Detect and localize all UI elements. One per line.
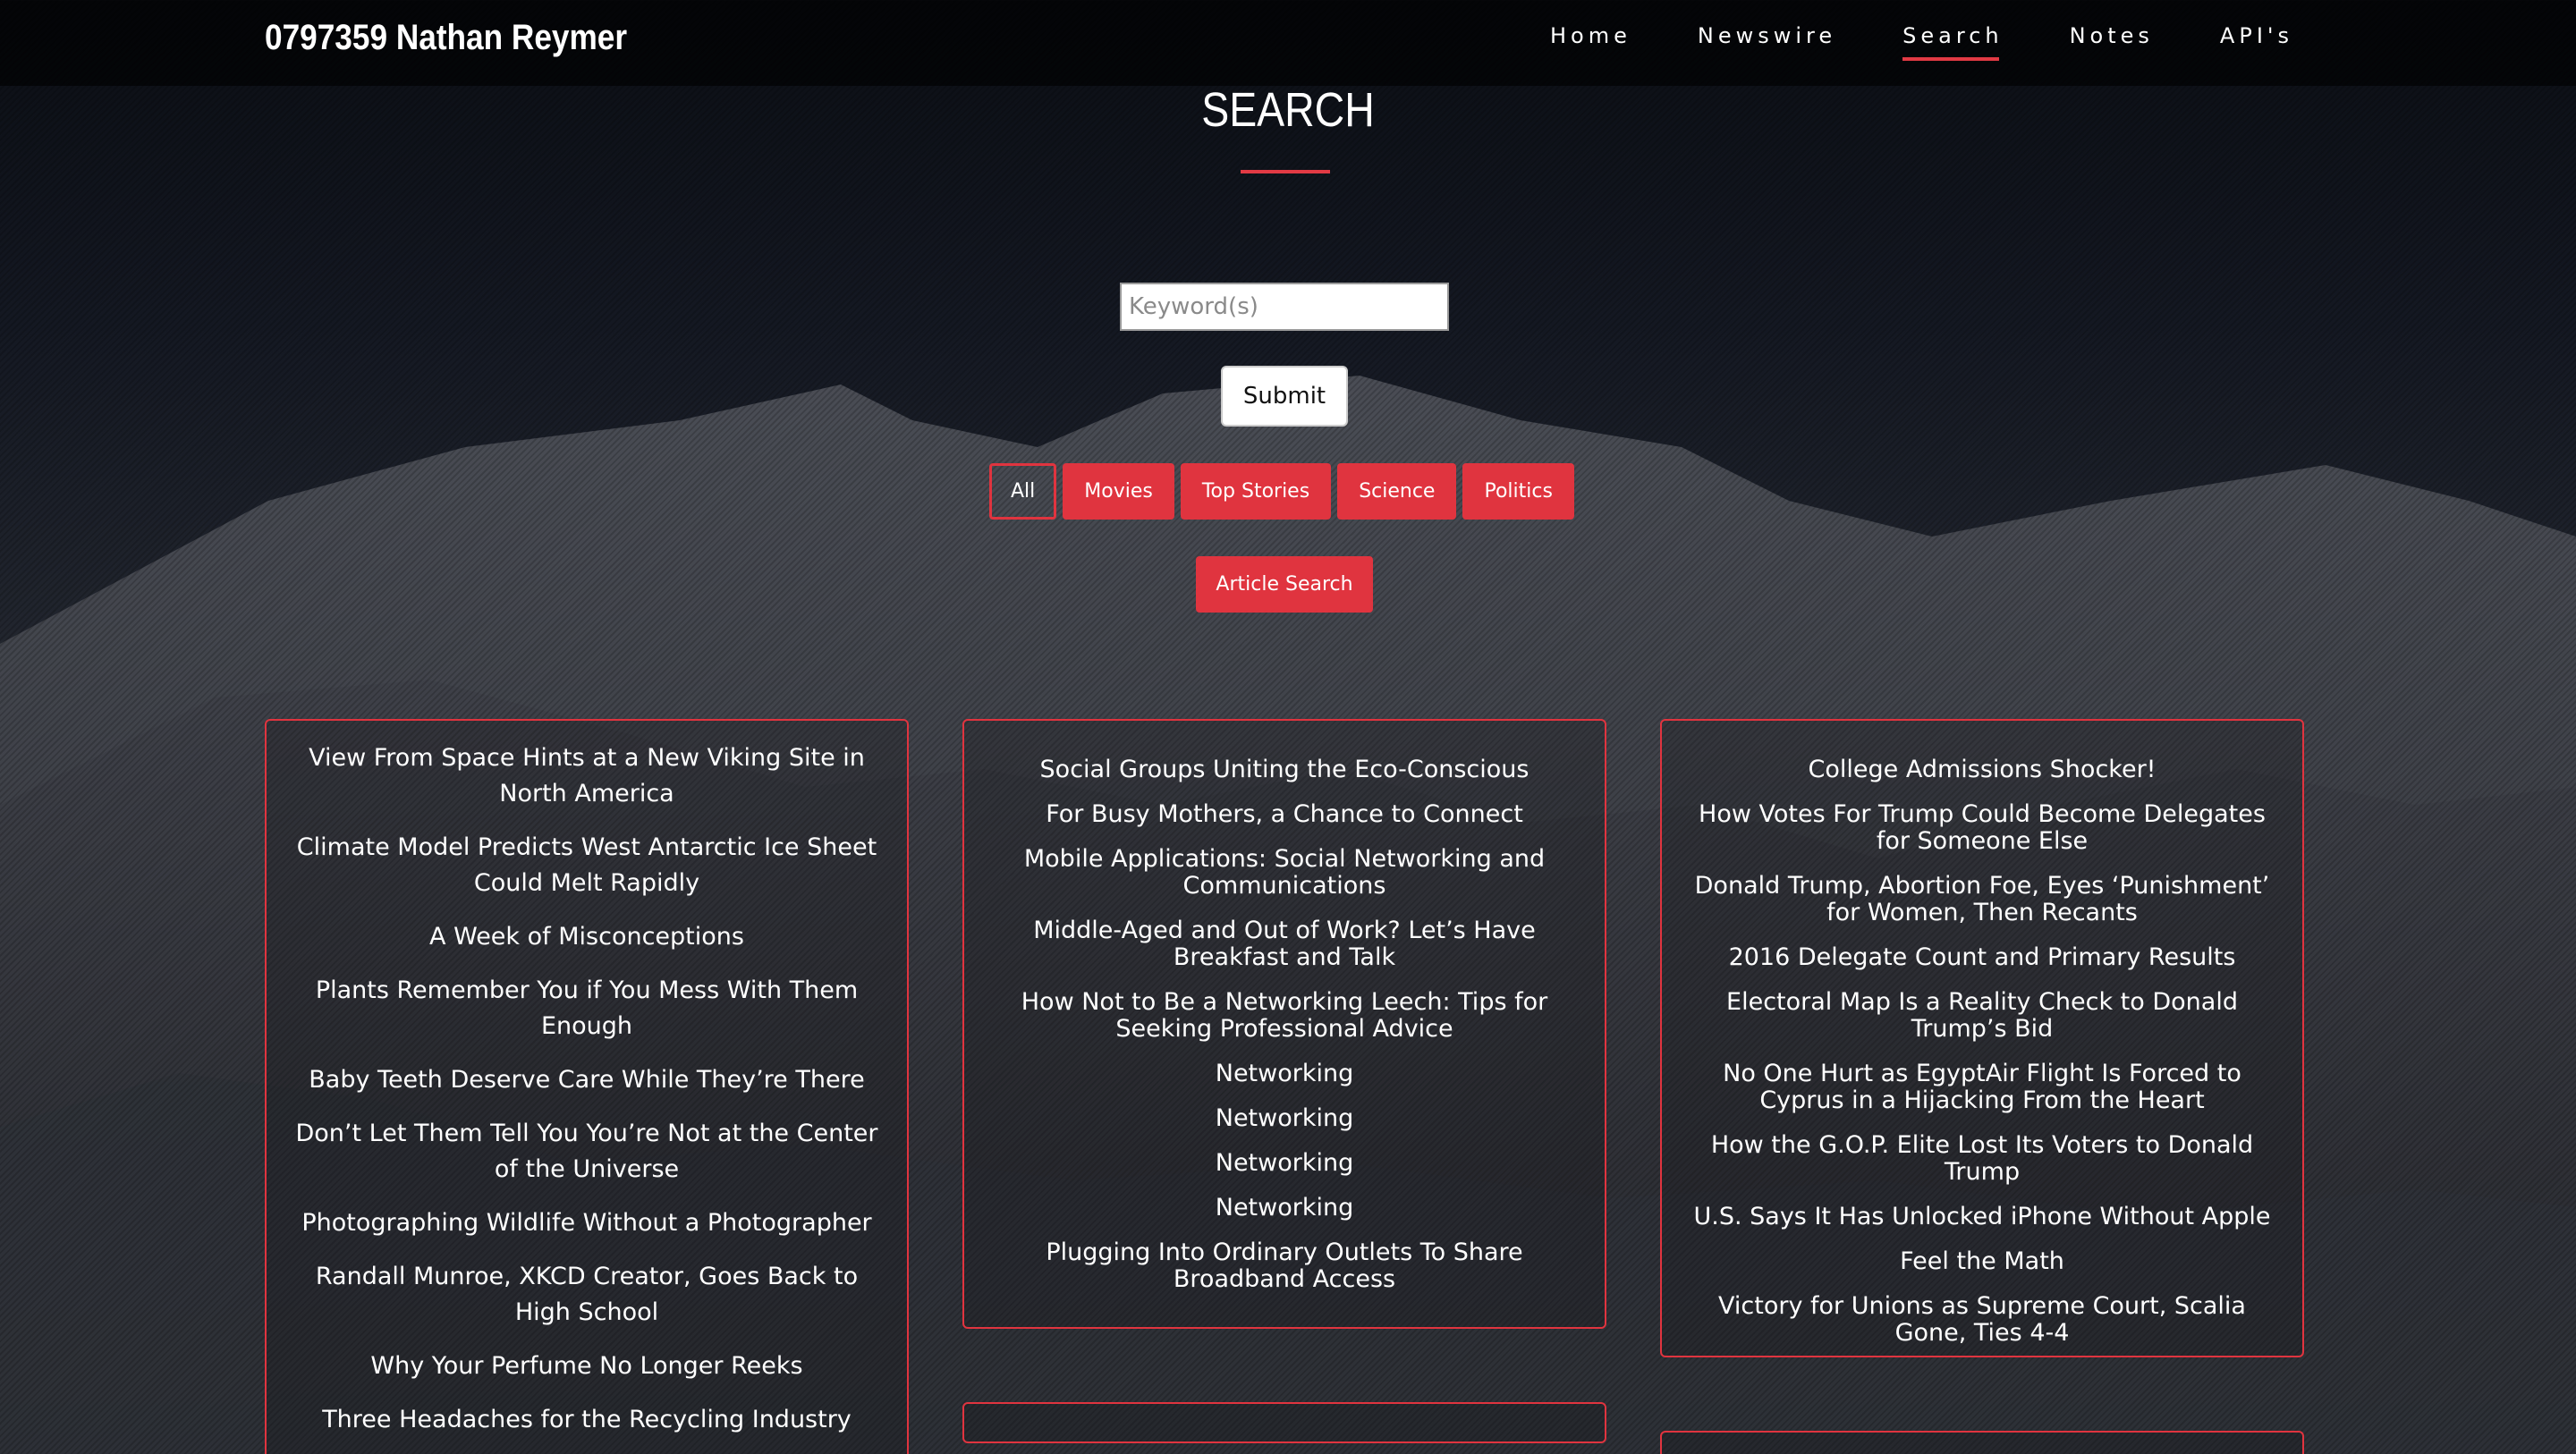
keyword-search-input[interactable] xyxy=(1120,283,1449,331)
result-item[interactable]: Networking xyxy=(986,1105,1583,1132)
result-item[interactable]: Donald Trump, Abortion Foe, Eyes ‘Punish… xyxy=(1683,873,2281,926)
top-navbar: 0797359 Nathan Reymer Home Newswire Sear… xyxy=(0,0,2576,86)
site-brand[interactable]: 0797359 Nathan Reymer xyxy=(265,18,627,58)
result-item[interactable]: Feel the Math xyxy=(1683,1248,2281,1275)
result-item[interactable]: How the G.O.P. Elite Lost Its Voters to … xyxy=(1683,1132,2281,1186)
result-item[interactable]: Baby Teeth Deserve Care While They’re Th… xyxy=(288,1062,886,1098)
nav-search[interactable]: Search xyxy=(1902,23,2003,61)
main-content: SEARCH Submit All Movies Top Stories Sci… xyxy=(0,0,2576,1454)
result-item[interactable]: Photographing Wildlife Without a Photogr… xyxy=(288,1205,886,1241)
result-item[interactable]: Networking xyxy=(986,1061,1583,1087)
nav-menu: Home Newswire Search Notes API's xyxy=(1484,23,2293,61)
result-item[interactable]: For Busy Mothers, a Chance to Connect xyxy=(986,801,1583,828)
submit-button[interactable]: Submit xyxy=(1221,366,1348,427)
filter-politics-button[interactable]: Politics xyxy=(1462,463,1574,520)
nav-home[interactable]: Home xyxy=(1550,23,1631,61)
result-item[interactable]: How Votes For Trump Could Become Delegat… xyxy=(1683,801,2281,855)
result-item[interactable]: Mobile Applications: Social Networking a… xyxy=(986,846,1583,900)
section-filter-group: All Movies Top Stories Science Politics xyxy=(989,463,1580,520)
filter-movies-button[interactable]: Movies xyxy=(1063,463,1174,520)
results-panel-science: View From Space Hints at a New Viking Si… xyxy=(265,719,909,1454)
filter-science-button[interactable]: Science xyxy=(1337,463,1457,520)
result-item[interactable]: View From Space Hints at a New Viking Si… xyxy=(288,740,886,812)
result-item[interactable]: Electoral Map Is a Reality Check to Dona… xyxy=(1683,989,2281,1043)
result-item[interactable]: Plants Remember You if You Mess With The… xyxy=(288,973,886,1044)
result-item[interactable]: Climate Model Predicts West Antarctic Ic… xyxy=(288,830,886,901)
result-item[interactable]: Don’t Let Them Tell You You’re Not at th… xyxy=(288,1116,886,1188)
result-item[interactable]: Randall Munroe, XKCD Creator, Goes Back … xyxy=(288,1259,886,1331)
nav-notes[interactable]: Notes xyxy=(2070,23,2154,61)
filter-all-button[interactable]: All xyxy=(989,463,1057,520)
page-title: SEARCH xyxy=(1201,83,1375,137)
result-item[interactable]: Three Headaches for the Recycling Indust… xyxy=(288,1402,886,1438)
title-underline xyxy=(1241,170,1330,173)
result-item[interactable]: How Not to Be a Networking Leech: Tips f… xyxy=(986,989,1583,1043)
result-item[interactable]: Social Groups Uniting the Eco-Conscious xyxy=(986,757,1583,783)
result-item[interactable]: Middle-Aged and Out of Work? Let’s Have … xyxy=(986,917,1583,971)
result-item[interactable]: A Week of Misconceptions xyxy=(288,919,886,955)
result-item[interactable]: College Admissions Shocker! xyxy=(1683,757,2281,783)
results-panel-next xyxy=(962,1402,1606,1443)
result-item[interactable]: Plugging Into Ordinary Outlets To Share … xyxy=(986,1239,1583,1293)
nav-newswire[interactable]: Newswire xyxy=(1698,23,1836,61)
nav-apis[interactable]: API's xyxy=(2220,23,2293,61)
results-panel-next xyxy=(1660,1431,2304,1454)
results-panel-politics: College Admissions Shocker! How Votes Fo… xyxy=(1660,719,2304,1357)
result-item[interactable]: Networking xyxy=(986,1195,1583,1222)
filter-top-stories-button[interactable]: Top Stories xyxy=(1180,463,1332,520)
result-item[interactable]: No One Hurt as EgyptAir Flight Is Forced… xyxy=(1683,1061,2281,1114)
result-item[interactable]: Victory for Unions as Supreme Court, Sca… xyxy=(1683,1293,2281,1347)
result-item[interactable]: Why Your Perfume No Longer Reeks xyxy=(288,1348,886,1384)
article-search-button[interactable]: Article Search xyxy=(1196,556,1373,613)
result-item[interactable]: 2016 Delegate Count and Primary Results xyxy=(1683,944,2281,971)
result-item[interactable]: U.S. Says It Has Unlocked iPhone Without… xyxy=(1683,1204,2281,1230)
results-panel-networking: Social Groups Uniting the Eco-Conscious … xyxy=(962,719,1606,1329)
result-item[interactable]: Networking xyxy=(986,1150,1583,1177)
